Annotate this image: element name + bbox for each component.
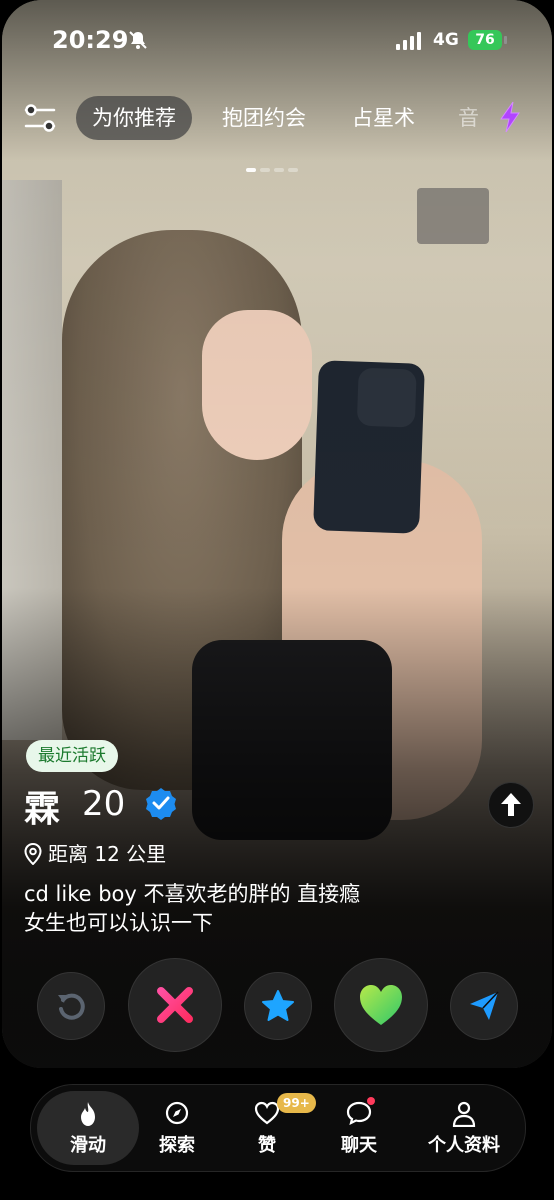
x-icon [157, 987, 193, 1023]
heart-icon [360, 985, 402, 1025]
status-time: 20:29 [52, 26, 129, 54]
rewind-button[interactable] [37, 972, 105, 1040]
nav-label: 聊天 [341, 1135, 377, 1156]
distance-row: 距离 12 公里 [24, 838, 166, 867]
tab-astrology[interactable]: 占星术 [352, 96, 415, 140]
filter-sliders-icon[interactable] [22, 102, 58, 134]
tab-group-date[interactable]: 抱团约会 [222, 96, 306, 140]
bell-muted-icon [128, 30, 148, 55]
likes-count-badge: 99+ [277, 1093, 316, 1113]
cellular-signal-icon [396, 30, 424, 50]
nav-chat[interactable]: 聊天 [331, 1085, 387, 1171]
person-icon [452, 1101, 476, 1127]
nav-label: 滑动 [70, 1135, 106, 1156]
nav-label: 探索 [159, 1135, 195, 1156]
tab-music[interactable]: 音 [458, 96, 479, 140]
send-icon [470, 991, 499, 1020]
expand-profile-button[interactable] [488, 782, 534, 828]
profile-bio: cd like boy 不喜欢老的胖的 直接瘾 女生也可以认识一下 [24, 880, 464, 938]
nav-explore[interactable]: 探索 [147, 1085, 207, 1171]
flame-icon [81, 1102, 95, 1126]
unread-dot [367, 1097, 375, 1105]
top-navigation: 为你推荐 抱团约会 占星术 音 [0, 92, 554, 144]
rewind-icon [58, 993, 85, 1020]
profile-age: 20 [82, 784, 126, 824]
location-pin-icon [24, 842, 42, 866]
status-bar: 20:29 4G 76 [0, 0, 554, 80]
recently-active-badge: 最近活跃 [26, 740, 118, 772]
star-icon [262, 990, 294, 1021]
send-button[interactable] [450, 972, 518, 1040]
heart-outline-icon [254, 1101, 280, 1125]
tab-for-you[interactable]: 为你推荐 [76, 96, 192, 140]
app-screen: 20:29 4G 76 为你推荐 抱团约会 占星术 音 最近活跃 霖 20 距离… [0, 0, 554, 1200]
nav-swipe[interactable]: 滑动 [37, 1091, 139, 1165]
network-type: 4G [433, 30, 459, 50]
like-button[interactable] [334, 958, 428, 1052]
nope-button[interactable] [128, 958, 222, 1052]
lightning-bolt-icon[interactable] [496, 100, 524, 134]
photo-pagination [246, 157, 302, 172]
compass-icon [165, 1101, 189, 1125]
super-like-button[interactable] [244, 972, 312, 1040]
nav-label: 个人资料 [428, 1135, 500, 1156]
nav-label: 赞 [258, 1135, 276, 1156]
nav-profile[interactable]: 个人资料 [415, 1085, 513, 1171]
distance-text: 距离 12 公里 [48, 842, 167, 866]
profile-name: 霖 [24, 789, 61, 830]
bio-line: cd like boy 不喜欢老的胖的 直接瘾 [24, 882, 361, 906]
bio-line: 女生也可以认识一下 [24, 911, 213, 935]
battery-indicator: 76 [468, 30, 507, 50]
chat-icon [346, 1101, 372, 1125]
bottom-navigation: 滑动 探索 赞 99+ 聊天 个人资料 [30, 1084, 526, 1172]
verified-badge-icon [144, 786, 178, 820]
